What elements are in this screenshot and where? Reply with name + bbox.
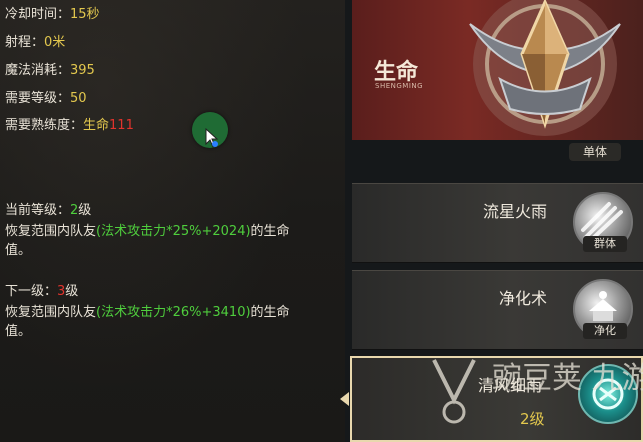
selected-skill-level: 2级: [520, 410, 545, 428]
next-desc-suffix: 的生命: [250, 305, 290, 320]
proficiency-row: 需要熟练度：生命111: [5, 117, 134, 135]
level-req-label: 需要等级：: [5, 91, 71, 106]
range-value: 0米: [44, 35, 66, 50]
life-emblem-icon: [469, 0, 621, 136]
current-desc-suffix: 的生命: [250, 224, 290, 239]
target-tag-single: 单体: [569, 143, 621, 161]
next-formula: (法术攻击力*26%+3410): [96, 305, 251, 320]
cyan-orb-icon[interactable]: [578, 364, 638, 424]
skill-detail-panel: 冷却时间：15秒 射程：0米 魔法消耗：395 需要等级：50 需要熟练度：生命…: [0, 0, 345, 442]
next-level-label: 下一级：: [5, 284, 58, 299]
featured-skill-card[interactable]: 生命 SHENGMING: [352, 0, 643, 140]
selected-skill-name: 清风细雨: [478, 376, 543, 395]
next-desc-end: 值。: [5, 324, 32, 339]
current-formula: (法术攻击力*25%+2024): [96, 224, 251, 239]
cooldown-value: 15秒: [70, 7, 100, 22]
current-level-unit: 级: [78, 203, 92, 218]
skill-tag: 净化: [583, 323, 627, 339]
range-label: 射程：: [5, 35, 45, 50]
skill-name: 净化术: [498, 289, 547, 308]
next-desc-prefix: 恢复范围内队友: [5, 305, 97, 320]
next-level-unit: 级: [65, 284, 79, 299]
cooldown-row: 冷却时间：15秒: [5, 6, 100, 24]
next-level-row: 下一级：3级: [5, 283, 78, 301]
selection-pointer: [340, 392, 349, 406]
current-level-label: 当前等级：: [5, 203, 71, 218]
range-row: 射程：0米: [5, 34, 65, 52]
cooldown-label: 冷却时间：: [5, 7, 71, 22]
skill-tag: 群体: [583, 236, 627, 252]
current-level-row: 当前等级：2级: [5, 202, 91, 220]
cursor-icon: [205, 128, 219, 148]
mana-label: 魔法消耗：: [5, 63, 71, 78]
proficiency-type: 生命: [83, 118, 110, 133]
current-desc-prefix: 恢复范围内队友: [5, 224, 97, 239]
mana-value: 395: [70, 63, 95, 78]
skill-name: 流星火雨: [482, 202, 547, 221]
current-desc-end: 值。: [5, 243, 32, 258]
featured-skill-pinyin: SHENGMING: [375, 82, 424, 90]
mana-row: 魔法消耗：395: [5, 62, 95, 80]
skill-card-purify[interactable]: 净化术 净化: [352, 270, 643, 350]
proficiency-value: 111: [109, 118, 134, 133]
level-req-row: 需要等级：50: [5, 90, 87, 108]
skill-card-meteor-rain[interactable]: 流星火雨 群体: [352, 183, 643, 263]
proficiency-label: 需要熟练度：: [5, 118, 84, 133]
next-level-description: 恢复范围内队友(法术攻击力*26%+3410)的生命值。: [5, 303, 340, 341]
current-level-description: 恢复范围内队友(法术攻击力*25%+2024)的生命值。: [5, 222, 340, 260]
level-req-value: 50: [70, 91, 87, 106]
